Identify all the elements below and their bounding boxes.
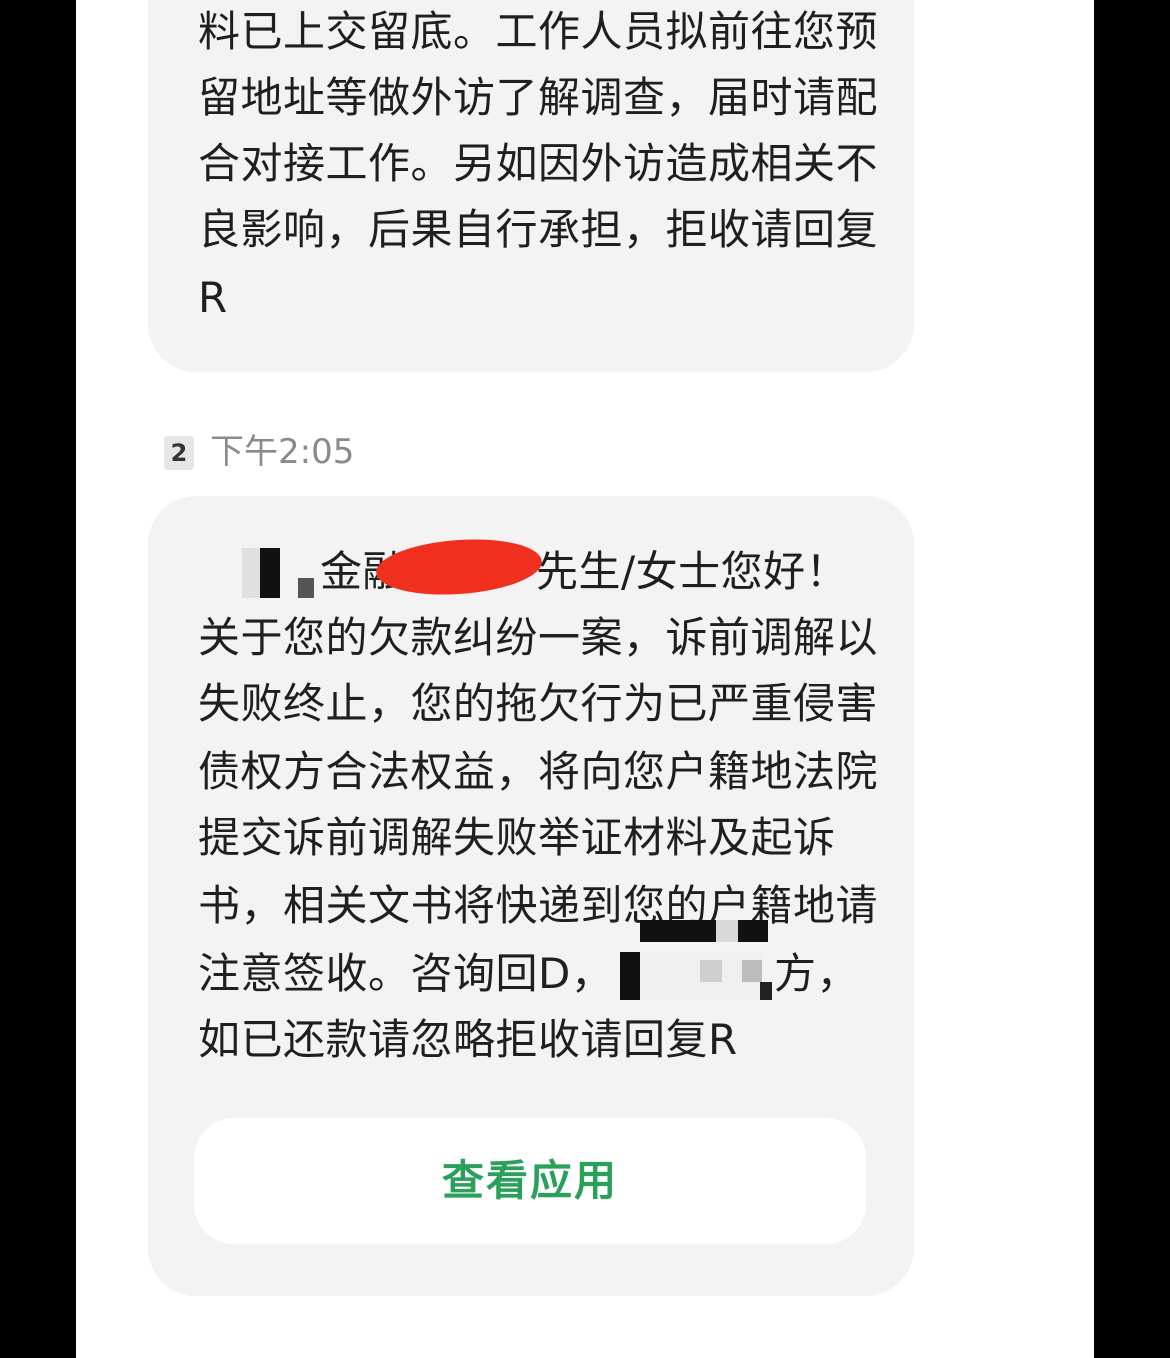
redaction-mosaic [242, 548, 260, 598]
view-app-button[interactable]: 查看应用 [194, 1118, 866, 1244]
redaction-mosaic [260, 548, 280, 598]
redaction-mosaic [640, 920, 716, 942]
message-1-line-1: 料已上交留底。工作人员拟前往您预 [198, 7, 879, 56]
sim-slot-badge: 2 [164, 436, 194, 470]
message-2-line-6-end: 方， [774, 949, 860, 998]
redaction-mosaic [760, 982, 772, 1000]
message-2-line-5: 书，相关文书将快递到您的户籍地请 [198, 881, 879, 930]
redaction-red-scribble [374, 534, 544, 600]
redaction-mosaic [716, 920, 738, 942]
redaction-mosaic [700, 960, 722, 982]
message-2-line-2: 失败终止，您的拖欠行为已严重侵害 [198, 679, 879, 728]
message-1-line-2: 留地址等做外访了解调查，届时请配 [198, 73, 879, 122]
redaction-mosaic [742, 960, 762, 982]
message-2-last-line: 如已还款请忽略拒收请回复R [198, 1015, 738, 1064]
greeting-fragment-2: 先生/女士您好！ [536, 547, 849, 596]
message-2-line-1: 关于您的欠款纠纷一案，诉前调解以 [198, 613, 879, 662]
message-bubble-2[interactable]: 金融 先生/女士您好！ 关于您的欠款纠纷一案，诉前调解以 失败终止，您的拖欠行为… [148, 496, 914, 1296]
message-timestamp: 下午2:05 [210, 432, 355, 472]
message-1-line-4: 良影响，后果自行承担，拒收请回复 [198, 205, 879, 254]
redaction-mosaic [298, 578, 314, 598]
redaction-mosaic [738, 920, 768, 942]
message-2-line-3: 债权方合法权益，将向您户籍地法院 [198, 747, 879, 796]
message-1-line-5: R [198, 273, 228, 322]
message-2-line-4: 提交诉前调解失败举证材料及起诉 [198, 813, 836, 862]
sms-conversation-screen: 料已上交留底。工作人员拟前往您预 留地址等做外访了解调查，届时请配 合对接工作。… [76, 0, 1094, 1358]
redaction-mosaic [620, 952, 640, 1000]
message-1-line-3: 合对接工作。另如因外访造成相关不 [198, 139, 879, 188]
message-bubble-1[interactable]: 料已上交留底。工作人员拟前往您预 留地址等做外访了解调查，届时请配 合对接工作。… [148, 0, 914, 372]
message-2-line-6: 注意签收。咨询回D， [198, 949, 614, 998]
